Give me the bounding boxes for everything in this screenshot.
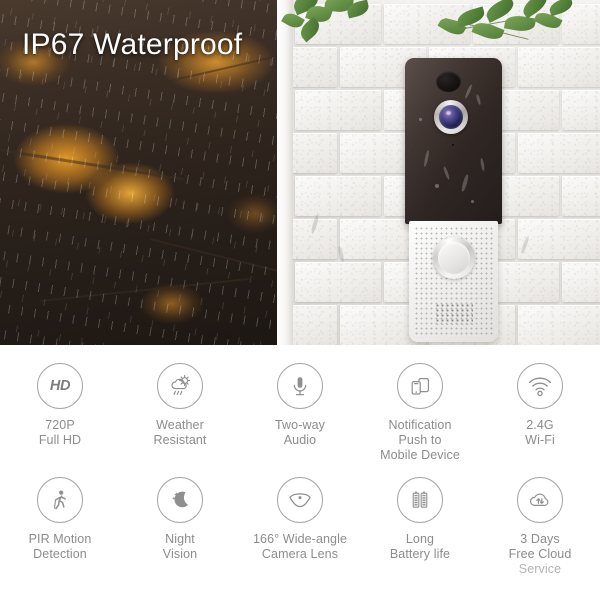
microphone-hole [452,144,454,146]
branch-shape [0,148,184,181]
cloud-sync-icon [517,477,563,523]
wifi-icon [517,363,563,409]
feature-highlights-panel: HD 720P Full HD Weather Resistant Two-wa… [0,345,600,600]
water-droplet [435,184,439,188]
brick [562,90,600,130]
doorbell-button-inner [438,242,470,274]
product-feature-page: IP67 Waterproof HD 720P Full HD Weather … [0,0,600,600]
feature-label: Night Vision [162,532,198,561]
water-droplet [419,118,422,121]
moon-stars-icon [157,477,203,523]
brick [562,176,600,216]
brick [518,219,600,259]
hd-badge-icon: HD [37,363,83,409]
doorbell-top-housing [405,58,502,224]
feature-label: 166° Wide-angle Camera Lens [252,532,348,561]
feature-label: 720P Full HD [38,418,82,447]
feature-item-night-vision[interactable]: Night Vision [120,477,240,577]
feature-item-720p-full-hd[interactable]: HD 720P Full HD [0,363,120,463]
speaker-grille [435,303,473,325]
microphone-icon [277,363,323,409]
hd-badge-text: HD [49,378,71,394]
feature-label: Weather Resistant [153,418,207,447]
battery-pair-icon [397,477,443,523]
feature-item-free-cloud-service[interactable]: 3 Days Free Cloud Service [480,477,600,577]
feature-label: Two-way Audio [274,418,326,447]
feature-row-1: HD 720P Full HD Weather Resistant Two-wa… [0,345,600,463]
rainy-autumn-leaves-photo: IP67 Waterproof [0,0,277,345]
brick [562,262,600,302]
brick [518,133,600,173]
wall-edge-post [277,0,293,345]
branch-shape [149,238,277,274]
doorbell-button[interactable] [433,237,475,279]
feature-item-wide-angle-lens[interactable]: 166° Wide-angle Camera Lens [240,477,360,577]
feature-item-two-way-audio[interactable]: Two-way Audio [240,363,360,463]
brick [518,305,600,345]
feature-label: Long Battery life [389,532,451,561]
brick [295,262,381,302]
feature-item-long-battery-life[interactable]: Long Battery life [360,477,480,577]
feature-label: 3 Days Free Cloud Service [508,532,572,576]
feature-label: PIR Motion Detection [28,532,92,561]
feature-item-wifi[interactable]: 2.4G Wi-Fi [480,363,600,463]
pir-sensor [436,71,461,92]
branch-shape [39,278,249,302]
walking-person-motion-icon [37,477,83,523]
feature-item-pir-motion-detection[interactable]: PIR Motion Detection [0,477,120,577]
feature-row-2: PIR Motion Detection Night Vision 166° W… [0,463,600,577]
doorbell-bottom-housing [409,221,498,342]
water-droplet [471,200,474,203]
camera-lens [439,105,463,129]
weather-cloud-rain-sun-icon [157,363,203,409]
hero-title: IP67 Waterproof [22,28,243,61]
feature-label: Notification Push to Mobile Device [380,418,460,462]
doorbell-on-brick-wall-photo [277,0,600,345]
camera-lens-ring [434,100,468,134]
brick [295,176,381,216]
brick [518,47,600,87]
feature-item-notification-push[interactable]: Notification Push to Mobile Device [360,363,480,463]
brick [295,90,381,130]
feature-label: 2.4G Wi-Fi [525,418,555,447]
mobile-notification-icon [397,363,443,409]
feature-item-weather-resistant[interactable]: Weather Resistant [120,363,240,463]
hero-photo-band: IP67 Waterproof [0,0,600,345]
wide-angle-lens-icon [277,477,323,523]
video-doorbell-device [405,58,502,342]
